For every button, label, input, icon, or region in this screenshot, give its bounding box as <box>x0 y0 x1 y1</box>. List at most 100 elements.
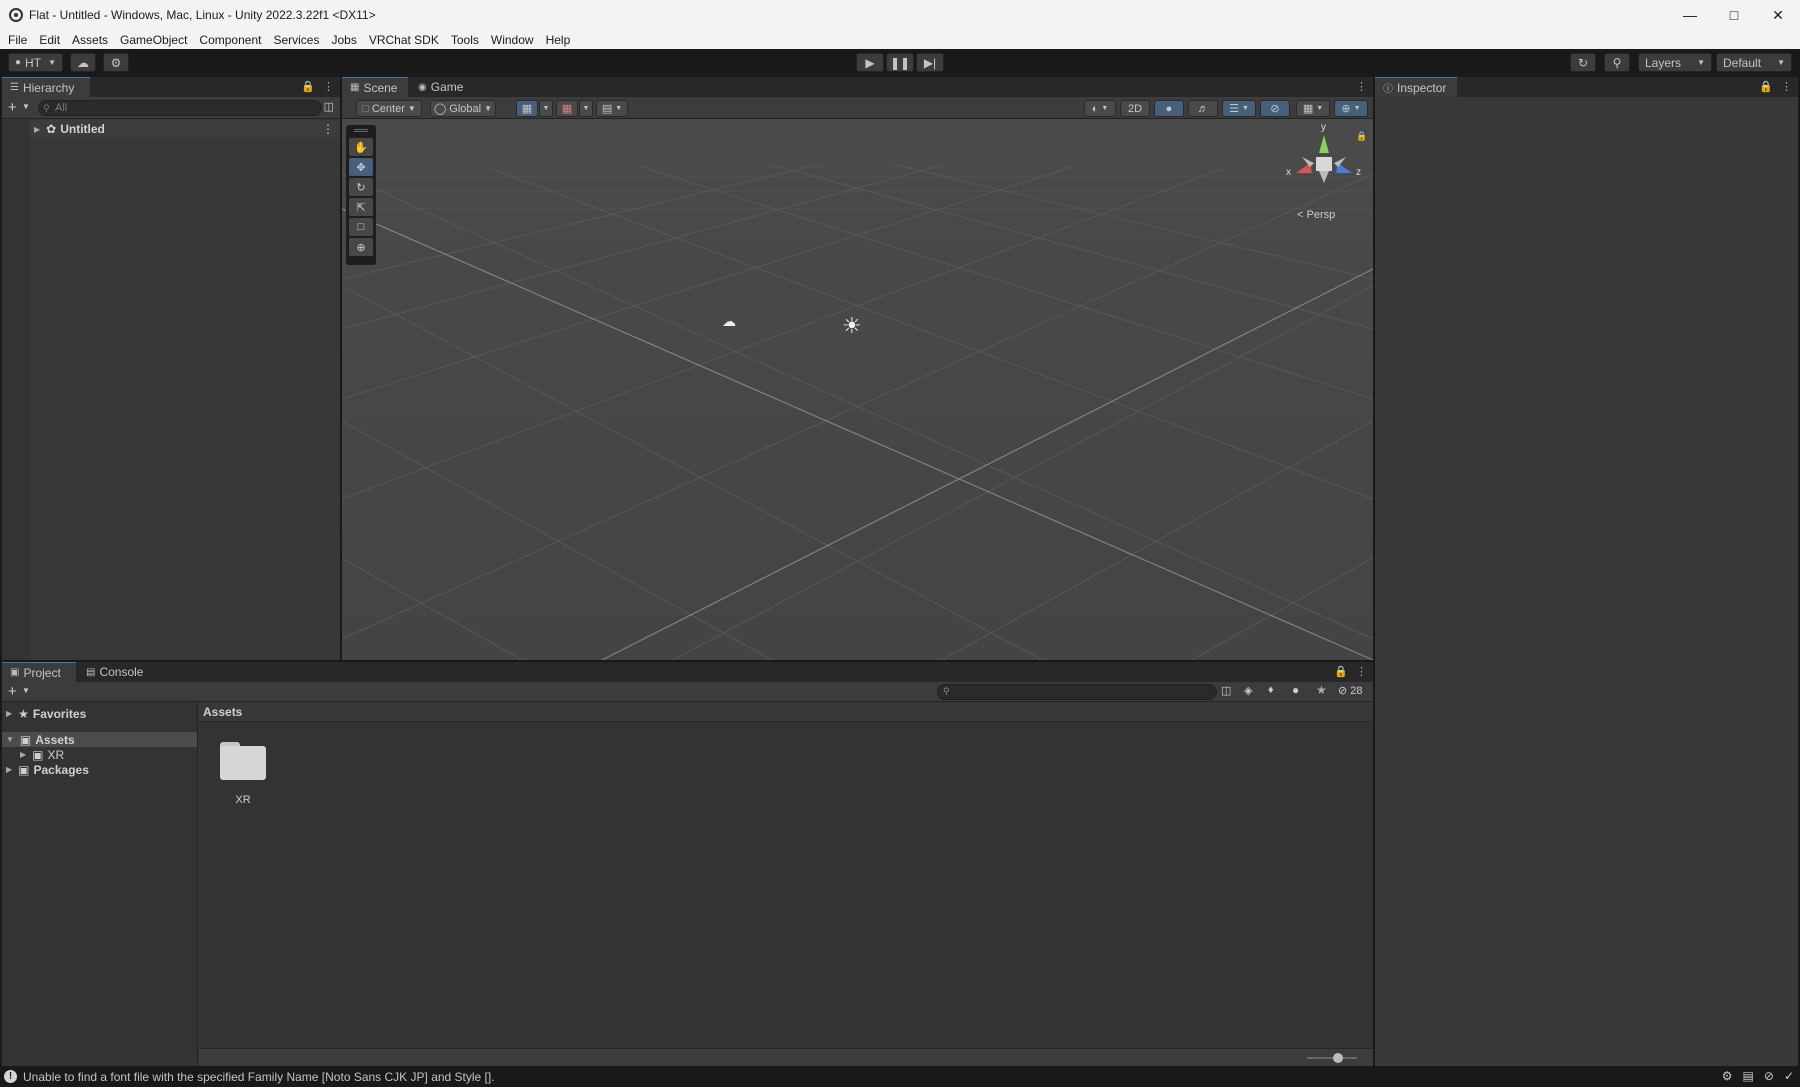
menu-gameobject[interactable]: GameObject <box>120 33 187 47</box>
palette-handle[interactable] <box>354 129 368 132</box>
light-gizmo-icon[interactable]: ☀ <box>842 313 862 339</box>
rect-tool-button[interactable]: □ <box>349 218 373 236</box>
search-by-type-icon[interactable]: ◫ <box>1221 684 1231 697</box>
lock-icon[interactable]: 🔒 <box>1356 131 1367 142</box>
tab-scene[interactable]: ▦ Scene <box>342 77 408 97</box>
grid-snap-dropdown[interactable]: ▼ <box>539 100 553 117</box>
network-icon[interactable]: ⊘ <box>1764 1069 1774 1083</box>
cloud-button[interactable]: ☁ <box>70 53 96 72</box>
tab-inspector[interactable]: ⓘ Inspector <box>1375 77 1457 97</box>
transform-tool-button[interactable]: ⊕ <box>349 238 373 256</box>
tab-game[interactable]: ◉ Game <box>410 77 470 97</box>
expand-arrow-icon[interactable]: ▼ <box>6 735 14 744</box>
menu-jobs[interactable]: Jobs <box>331 33 356 47</box>
menu-services[interactable]: Services <box>273 33 319 47</box>
rotate-tool-button[interactable]: ↻ <box>349 178 373 196</box>
camera-dropdown[interactable]: ▦ ▼ <box>1296 100 1330 117</box>
close-icon[interactable]: ✕ <box>1756 0 1800 30</box>
layout-dropdown[interactable]: Default ▼ <box>1716 53 1792 72</box>
gizmos-dropdown[interactable]: ⊕ ▼ <box>1334 100 1368 117</box>
more-icon[interactable]: ⋮ <box>1781 80 1792 93</box>
tab-hierarchy[interactable]: ☰ Hierarchy <box>2 77 90 97</box>
project-search-input[interactable]: ⚲ <box>937 684 1217 700</box>
expand-arrow-icon[interactable]: ▶ <box>6 765 12 774</box>
icon-size-slider[interactable] <box>1307 1053 1357 1063</box>
expand-arrow-icon[interactable]: ▶ <box>6 709 12 718</box>
layers-dropdown[interactable]: Layers ▼ <box>1638 53 1712 72</box>
hierarchy-scene-row[interactable]: ▶ ✿ Untitled ⋮ <box>30 120 340 138</box>
camera-gizmo-icon[interactable]: ☁ <box>722 313 736 330</box>
menu-tools[interactable]: Tools <box>451 33 479 47</box>
add-icon[interactable]: + <box>8 683 17 700</box>
icon-size-slider-thumb[interactable] <box>1333 1053 1343 1063</box>
projection-toggle[interactable]: < Persp <box>1297 209 1335 221</box>
grid-visibility-button[interactable]: ▦ <box>556 100 578 117</box>
tree-xr[interactable]: ▶ ▣ XR <box>2 747 197 762</box>
move-tool-button[interactable]: ✥ <box>349 158 373 176</box>
pivot-dropdown[interactable]: □ Center ▼ <box>356 100 422 117</box>
orientation-gizmo[interactable]: y x z 🔒 <box>1284 122 1367 199</box>
tag-icon[interactable]: ♦ <box>1268 684 1274 696</box>
inspector-controls: 🔒 ⋮ <box>1759 80 1792 93</box>
grid-snap-button[interactable]: ▦ <box>516 100 538 117</box>
lock-icon[interactable]: 🔒 <box>1759 80 1773 93</box>
increment-snap-button[interactable]: ▤ ▼ <box>596 100 628 117</box>
scene-visibility-icon[interactable]: ◫ <box>324 100 334 113</box>
star-icon[interactable]: ★ <box>1316 683 1327 697</box>
tree-favorites[interactable]: ▶ ★ Favorites <box>2 706 197 721</box>
lighting-toggle[interactable]: ● <box>1154 100 1184 117</box>
asset-folder-xr[interactable]: XR <box>215 738 271 808</box>
more-icon[interactable]: ⋮ <box>322 122 334 136</box>
hidden-packages-toggle[interactable]: ⊘ 28 <box>1338 684 1363 697</box>
search-button[interactable]: ⚲ <box>1604 53 1630 72</box>
menu-component[interactable]: Component <box>199 33 261 47</box>
check-circle-icon[interactable]: ✓ <box>1784 1069 1794 1083</box>
add-icon[interactable]: + <box>8 99 17 116</box>
shading-mode-dropdown[interactable]: ◐ ▼ <box>1084 100 1116 117</box>
maximize-icon[interactable]: □ <box>1712 0 1756 30</box>
tree-packages[interactable]: ▶ ▣ Packages <box>2 762 197 777</box>
hidden-objects-toggle[interactable]: ⊘ <box>1260 100 1290 117</box>
audio-toggle[interactable]: ♬ <box>1188 100 1218 117</box>
hand-tool-button[interactable]: ✋ <box>349 138 373 156</box>
more-icon[interactable]: ⋮ <box>323 80 334 93</box>
chevron-down-icon[interactable]: ▼ <box>22 686 30 695</box>
effects-dropdown[interactable]: ☰ ▼ <box>1222 100 1256 117</box>
step-button[interactable]: ▶| <box>916 53 944 72</box>
pause-button[interactable]: ❚❚ <box>886 53 914 72</box>
account-dropdown[interactable]: ● HT ▼ <box>8 53 63 72</box>
more-icon[interactable]: ⋮ <box>1356 665 1367 678</box>
lock-icon[interactable]: 🔒 <box>1334 665 1348 678</box>
menu-edit[interactable]: Edit <box>39 33 60 47</box>
collab-button[interactable]: ⚙ <box>103 53 129 72</box>
hierarchy-search-input[interactable]: ⚲ All <box>38 100 322 116</box>
expand-arrow-icon[interactable]: ▶ <box>20 750 26 759</box>
more-icon[interactable]: ⋮ <box>1356 80 1367 93</box>
menu-assets[interactable]: Assets <box>72 33 108 47</box>
status-message[interactable]: Unable to find a font file with the spec… <box>23 1070 495 1084</box>
filter-type-icon[interactable]: ◈ <box>1244 684 1252 697</box>
2d-toggle[interactable]: 2D <box>1120 100 1150 117</box>
space-label: Global <box>449 102 482 115</box>
play-button[interactable]: ▶ <box>856 53 884 72</box>
scale-tool-button[interactable]: ⇱ <box>349 198 373 216</box>
menu-vrchat-sdk[interactable]: VRChat SDK <box>369 33 439 47</box>
bug-icon[interactable]: ⚙ <box>1722 1069 1733 1083</box>
menu-help[interactable]: Help <box>546 33 571 47</box>
lock-icon[interactable]: 🔒 <box>301 80 315 93</box>
grid-visibility-dropdown[interactable]: ▼ <box>579 100 593 117</box>
space-dropdown[interactable]: ◯ Global ▼ <box>430 100 496 117</box>
chevron-down-icon[interactable]: ▼ <box>22 102 30 111</box>
minimize-icon[interactable]: — <box>1668 0 1712 30</box>
warning-icon[interactable]: ● <box>1292 683 1299 697</box>
scene-panel: ▦ Scene ◉ Game ⋮ □ Center ▼ ◯ Global ▼ ▦… <box>342 77 1373 660</box>
scene-viewport[interactable]: ✋ ✥ ↻ ⇱ □ ⊕ ☁ ☀ y x z 🔒 < Persp <box>342 119 1373 660</box>
history-button[interactable]: ↻ <box>1570 53 1596 72</box>
tree-assets[interactable]: ▼ ▣ Assets <box>2 732 197 747</box>
expand-arrow-icon[interactable]: ▶ <box>34 125 40 134</box>
menu-file[interactable]: File <box>8 33 27 47</box>
tab-console[interactable]: ▤ Console <box>78 662 152 682</box>
database-icon[interactable]: ▤ <box>1743 1069 1754 1083</box>
menu-window[interactable]: Window <box>491 33 534 47</box>
tab-project[interactable]: ▣ Project <box>2 662 76 682</box>
